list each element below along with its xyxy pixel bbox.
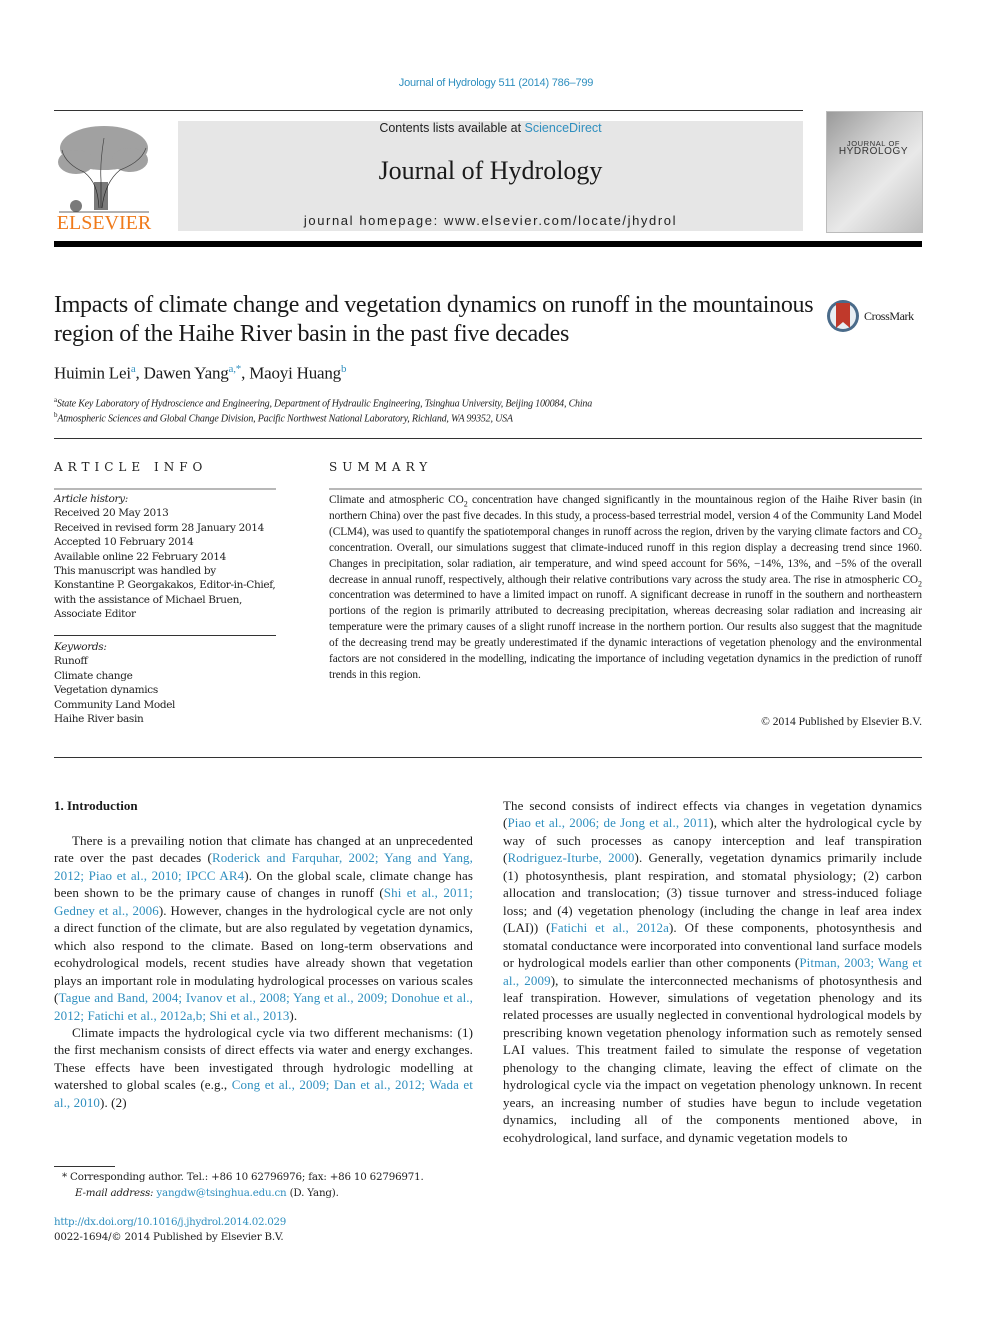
section-heading-introduction: 1. Introduction (54, 798, 138, 813)
body-text-run: ). (289, 1007, 298, 1023)
citation-link[interactable]: Fatichi et al., 2012a (551, 920, 669, 935)
article-history-item: Received in revised form 28 January 2014 (54, 521, 264, 534)
summary-rule-bottom (54, 757, 922, 758)
journal-homepage[interactable]: journal homepage: www.elsevier.com/locat… (178, 213, 803, 228)
journal-cover-thumbnail[interactable] (826, 111, 923, 233)
article-history-item: Received 20 May 2013 (54, 507, 169, 520)
subscript: 2 (918, 578, 922, 588)
keywords-block: Keywords: Runoff Climate change Vegetation… (54, 640, 284, 726)
cover-line-2: HYDROLOGY (838, 146, 909, 157)
affiliation: bAtmospheric Sciences and Global Change … (54, 411, 513, 424)
article-history-item: Accepted 10 February 2014 (54, 536, 194, 549)
citation-link[interactable]: Rodriguez-Iturbe, 2000 (507, 850, 634, 865)
article-history-list: Received 20 May 2013 Received in revised … (54, 506, 284, 621)
keyword-item: Haihe River basin (54, 713, 144, 726)
author-name[interactable]: Dawen Yang (144, 364, 229, 383)
author-affil-marker[interactable]: a,* (229, 363, 242, 375)
article-info-rule (54, 488, 276, 490)
author-name[interactable]: Huimin Lei (54, 364, 131, 383)
keyword-item: Community Land Model (54, 698, 176, 711)
email-suffix: (D. Yang). (286, 1187, 339, 1199)
article-history-item: Konstantine P. Georgakakos, Editor-in-Ch… (54, 579, 276, 592)
paper-title: Impacts of climate change and vegetation… (54, 292, 814, 347)
author-name[interactable]: Maoyi Huang (249, 364, 341, 383)
body-column-left: There is a prevailing notion that climat… (54, 832, 473, 1111)
doi-link[interactable]: http://dx.doi.org/10.1016/j.jhydrol.2014… (54, 1216, 286, 1228)
email-link[interactable]: yangdw@tsinghua.edu.cn (156, 1187, 286, 1199)
summary-text-run: concentration. Overall, our simulations … (329, 541, 922, 586)
subscript: 2 (918, 531, 922, 541)
affiliation: aState Key Laboratory of Hydroscience an… (54, 396, 592, 409)
keywords-rule (54, 635, 276, 636)
summary-rule-top (329, 488, 922, 490)
citation-link[interactable]: Tague and Band, 2004; Ivanov et al., 200… (54, 990, 473, 1022)
summary-copyright: © 2014 Published by Elsevier B.V. (761, 716, 922, 728)
keyword-item: Runoff (54, 655, 88, 668)
author-affil-marker[interactable]: b (341, 363, 347, 375)
article-history: Article history: Received 20 May 2013 Rec… (54, 492, 284, 622)
article-history-item: This manuscript was handled by (54, 565, 216, 578)
summary-heading: SUMMARY (329, 460, 433, 474)
sciencedirect-link[interactable]: ScienceDirect (525, 121, 602, 135)
issn-copyright: 0022-1694/© 2014 Published by Elsevier B… (54, 1231, 284, 1243)
author-list: Huimin Leia, Dawen Yanga,*, Maoyi Huangb (54, 363, 347, 383)
title-block-rule (54, 438, 922, 439)
footnote-corresponding-author: * Corresponding author. Tel.: +86 10 627… (62, 1171, 424, 1183)
keywords-label: Keywords: (54, 641, 107, 653)
affiliation-text: State Key Laboratory of Hydroscience and… (56, 398, 593, 410)
email-label: E-mail address: (75, 1187, 157, 1199)
body-paragraph: There is a prevailing notion that climat… (54, 832, 473, 1024)
author-affil-marker[interactable]: a (131, 363, 136, 375)
elsevier-wordmark: ELSEVIER (56, 212, 152, 234)
journal-title: Journal of Hydrology (378, 156, 603, 185)
article-history-item: Associate Editor (54, 608, 136, 621)
article-history-label: Article history: (54, 493, 128, 505)
footnote-rule (54, 1166, 115, 1167)
body-text-run: ), to simulate the interconnected mechan… (503, 972, 922, 1145)
summary-abstract: Climate and atmospheric CO 2 concentratio… (329, 493, 922, 684)
journal-cover-title: JOURNAL OF HYDROLOGY (826, 140, 921, 157)
affiliation-text: Atmospheric Sciences and Global Change D… (57, 413, 513, 425)
article-info-heading: ARTICLE INFO (54, 460, 208, 474)
masthead-top-rule (54, 110, 803, 111)
keyword-item: Vegetation dynamics (54, 684, 158, 697)
masthead-bottom-rule (54, 241, 922, 247)
body-paragraph: The second consists of indirect effects … (503, 797, 922, 1146)
article-history-item: with the assistance of Michael Bruen, (54, 593, 242, 606)
body-paragraph: Climate impacts the hydrological cycle v… (54, 1024, 473, 1111)
summary-text-run: concentration was determined to have a l… (329, 589, 922, 681)
body-column-right: The second consists of indirect effects … (503, 797, 922, 1146)
keyword-item: Climate change (54, 669, 133, 682)
contents-prefix: Contents lists available at (379, 121, 525, 135)
body-text-run: ). (2) (100, 1094, 127, 1110)
contents-available-line: Contents lists available at ScienceDirec… (178, 121, 803, 135)
crossmark-label[interactable]: CrossMark (864, 309, 914, 324)
article-history-item: Available online 22 February 2014 (54, 550, 226, 563)
journal-citation-link[interactable]: Journal of Hydrology 511 (2014) 786–799 (0, 77, 992, 89)
footnote-email: E-mail address: yangdw@tsinghua.edu.cn (… (75, 1187, 339, 1199)
citation-link[interactable]: Piao et al., 2006; de Jong et al., 2011 (507, 815, 709, 830)
keyword-list: Runoff Climate change Vegetation dynamics C… (54, 654, 284, 726)
summary-text-run: Climate and atmospheric CO (329, 494, 464, 506)
